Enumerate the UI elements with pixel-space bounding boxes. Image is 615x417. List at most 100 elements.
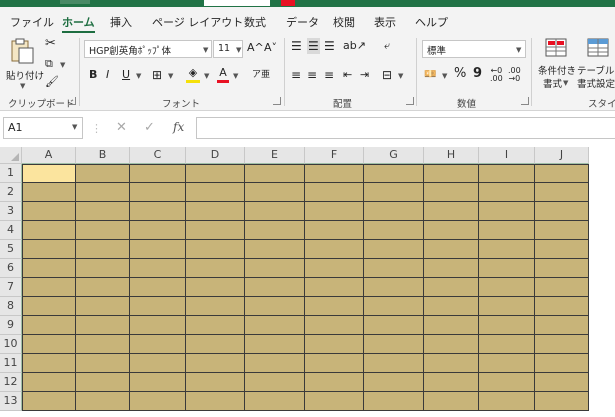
cell[interactable]: [364, 392, 424, 411]
chevron-down-icon[interactable]: ▼: [236, 46, 241, 54]
percent-button[interactable]: %: [454, 66, 466, 82]
tab-page-layout[interactable]: ページ レイアウト: [152, 14, 243, 30]
row-header-8[interactable]: 8: [0, 297, 22, 316]
cell[interactable]: [364, 240, 424, 259]
cell[interactable]: [245, 240, 305, 259]
tab-formulas[interactable]: 数式: [244, 14, 266, 30]
tab-view[interactable]: 表示: [374, 14, 396, 30]
cell[interactable]: [305, 373, 364, 392]
cell[interactable]: [22, 221, 76, 240]
chevron-down-icon[interactable]: ▼: [168, 72, 173, 80]
tab-help[interactable]: ヘルプ: [415, 14, 448, 30]
cell[interactable]: [305, 297, 364, 316]
cell[interactable]: [245, 202, 305, 221]
column-header-g[interactable]: G: [364, 147, 424, 164]
cell[interactable]: [186, 335, 245, 354]
cell[interactable]: [479, 183, 535, 202]
align-bottom-icon[interactable]: ☰: [324, 38, 335, 54]
cell[interactable]: [186, 373, 245, 392]
cell[interactable]: [186, 240, 245, 259]
grow-font-button[interactable]: A^: [247, 40, 264, 56]
column-header-j[interactable]: J: [535, 147, 589, 164]
resize-handle-icon[interactable]: ⋮: [91, 122, 102, 135]
cell[interactable]: [305, 392, 364, 411]
cell[interactable]: [22, 354, 76, 373]
cell[interactable]: [535, 392, 589, 411]
cell[interactable]: [364, 202, 424, 221]
cell[interactable]: [76, 221, 130, 240]
cell[interactable]: [364, 164, 424, 183]
cell[interactable]: [424, 202, 479, 221]
clipboard-launcher-icon[interactable]: [68, 97, 76, 105]
decrease-indent-icon[interactable]: ⇤: [343, 67, 352, 83]
cell[interactable]: [535, 183, 589, 202]
cell[interactable]: [22, 373, 76, 392]
currency-icon[interactable]: 💴: [424, 67, 436, 83]
alignment-launcher-icon[interactable]: [406, 97, 414, 105]
cell[interactable]: [424, 164, 479, 183]
cell[interactable]: [130, 240, 186, 259]
cell[interactable]: [186, 392, 245, 411]
column-header-h[interactable]: H: [424, 147, 479, 164]
merge-cells-icon[interactable]: ⊟: [382, 67, 392, 83]
column-header-c[interactable]: C: [130, 147, 186, 164]
chevron-down-icon[interactable]: ▼: [60, 61, 65, 69]
cell[interactable]: [245, 259, 305, 278]
cell[interactable]: [535, 278, 589, 297]
conditional-formatting-button[interactable]: 条件付き 書式 ▼: [536, 38, 576, 90]
cell[interactable]: [535, 164, 589, 183]
row-header-3[interactable]: 3: [0, 202, 22, 221]
cell[interactable]: [76, 278, 130, 297]
cell[interactable]: [424, 373, 479, 392]
cell[interactable]: [76, 259, 130, 278]
comma-button[interactable]: 9: [473, 66, 482, 82]
cell[interactable]: [479, 278, 535, 297]
cell[interactable]: [364, 335, 424, 354]
row-header-7[interactable]: 7: [0, 278, 22, 297]
cell[interactable]: [22, 297, 76, 316]
increase-indent-icon[interactable]: ⇥: [360, 67, 369, 83]
chevron-down-icon[interactable]: ▼: [72, 123, 77, 131]
cell[interactable]: [76, 335, 130, 354]
cell[interactable]: [535, 240, 589, 259]
row-header-13[interactable]: 13: [0, 392, 22, 411]
cell[interactable]: [364, 373, 424, 392]
cell[interactable]: [479, 297, 535, 316]
cell[interactable]: [424, 316, 479, 335]
cell[interactable]: [364, 297, 424, 316]
cell[interactable]: [305, 240, 364, 259]
chevron-down-icon[interactable]: ▼: [136, 72, 141, 80]
cell[interactable]: [22, 183, 76, 202]
active-cell[interactable]: [22, 164, 76, 183]
cell[interactable]: [130, 392, 186, 411]
cell[interactable]: [186, 297, 245, 316]
orientation-icon[interactable]: ab↗: [343, 38, 366, 54]
cell[interactable]: [76, 183, 130, 202]
cell[interactable]: [305, 221, 364, 240]
cell[interactable]: [305, 278, 364, 297]
cell[interactable]: [76, 202, 130, 221]
name-box[interactable]: A1: [3, 117, 83, 139]
cell[interactable]: [305, 316, 364, 335]
column-header-a[interactable]: A: [22, 147, 76, 164]
cell[interactable]: [22, 392, 76, 411]
cell[interactable]: [479, 202, 535, 221]
cell[interactable]: [479, 392, 535, 411]
cell[interactable]: [186, 183, 245, 202]
row-header-1[interactable]: 1: [0, 164, 22, 183]
cell[interactable]: [130, 183, 186, 202]
cell[interactable]: [535, 259, 589, 278]
cell[interactable]: [364, 316, 424, 335]
cell[interactable]: [364, 278, 424, 297]
cell[interactable]: [22, 202, 76, 221]
paste-button[interactable]: 貼り付け ▼: [6, 38, 44, 90]
align-top-icon[interactable]: ☰: [291, 38, 302, 54]
cell[interactable]: [305, 164, 364, 183]
cell[interactable]: [424, 392, 479, 411]
cell[interactable]: [479, 240, 535, 259]
cell[interactable]: [305, 354, 364, 373]
cell[interactable]: [245, 297, 305, 316]
cell[interactable]: [76, 316, 130, 335]
column-header-i[interactable]: I: [479, 147, 535, 164]
cell[interactable]: [22, 335, 76, 354]
